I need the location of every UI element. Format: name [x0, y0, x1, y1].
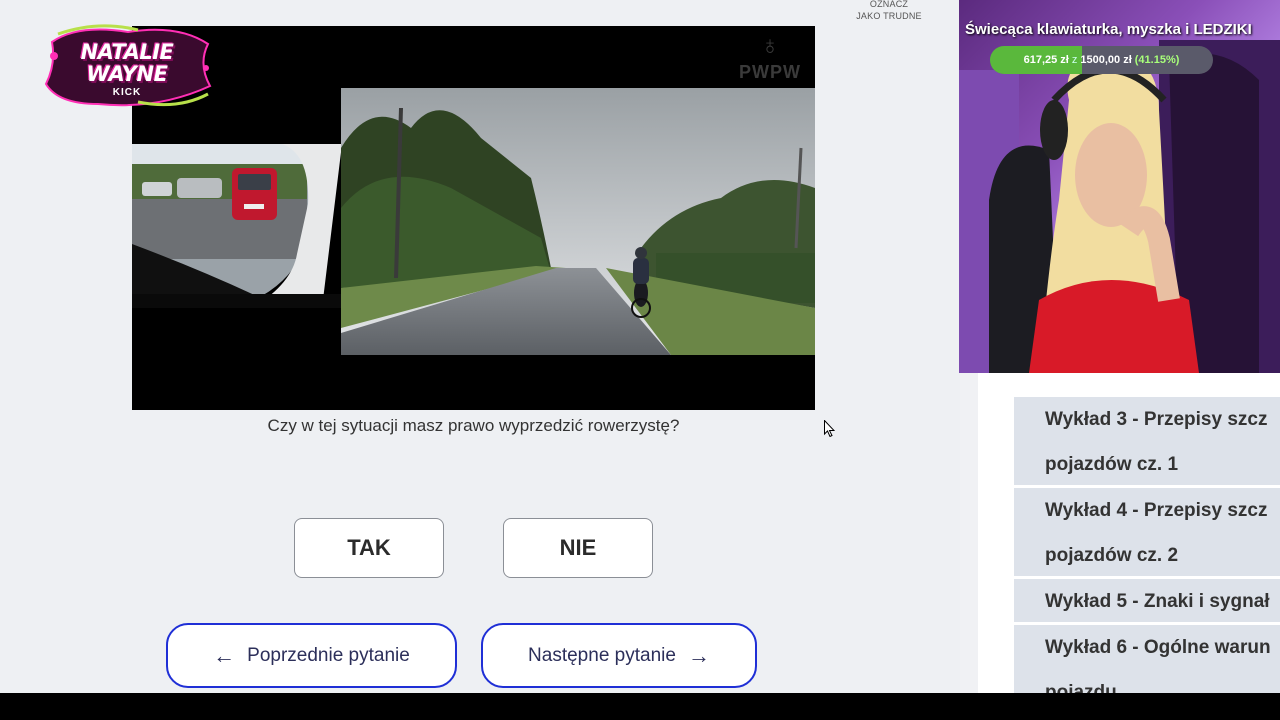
logo-kick: KICK	[112, 87, 142, 98]
bottom-black-bar	[0, 693, 1280, 720]
sidebar-item-lecture-6[interactable]: Wykład 6 - Ogólne warun pojazdu	[1014, 625, 1280, 693]
answer-yes-button[interactable]: TAK	[294, 518, 444, 578]
lecture-subtitle: pojazdów cz. 2	[1045, 545, 1179, 566]
donation-goal-text: 617,25 zł z 1500,00 zł (41.15%)	[990, 46, 1213, 74]
lecture-title: Wykład 4 - Przepisy szcz	[1045, 500, 1268, 521]
road-view	[341, 88, 815, 355]
lecture-title: Wykład 3 - Przepisy szcz	[1045, 409, 1268, 430]
question-video[interactable]: ♁ PWPW	[132, 26, 815, 410]
logo-line2: WAYNE	[86, 62, 168, 86]
donation-goal-title: Świecąca klawiaturka, myszka i LEDZIKI	[965, 21, 1252, 38]
lecture-subtitle: pojazdów cz. 1	[1045, 454, 1179, 475]
pwpw-logo-icon: ♁	[760, 30, 780, 60]
side-mirror-view	[132, 144, 342, 308]
arrow-right-icon: →	[687, 642, 710, 668]
next-question-label: Następne pytanie	[528, 644, 676, 666]
sidebar-item-lecture-5[interactable]: Wykład 5 - Znaki i sygnał	[1014, 579, 1280, 624]
pwpw-watermark: ♁ PWPW	[735, 28, 805, 83]
question-text: Czy w tej sytuacji masz prawo wyprzedzić…	[267, 416, 680, 435]
answer-no-button[interactable]: NIE	[503, 518, 653, 578]
lecture-title: Wykład 6 - Ogólne warun	[1045, 637, 1271, 658]
mark-as-hard-button[interactable]: OZNACZ JAKO TRUDNE	[848, 0, 930, 22]
goal-target: 1500,00 zł	[1080, 54, 1132, 66]
goal-current: 617,25 zł	[1023, 54, 1069, 66]
lecture-subtitle: pojazdu	[1045, 682, 1117, 693]
arrow-left-icon: ←	[213, 642, 236, 668]
previous-question-button[interactable]: ← Poprzednie pytanie	[166, 623, 457, 688]
goal-separator: z	[1071, 54, 1078, 66]
mark-hard-line2: JAKO TRUDNE	[856, 11, 922, 21]
next-question-button[interactable]: Następne pytanie →	[481, 623, 757, 688]
watermark-text: PWPW	[739, 62, 801, 82]
previous-question-label: Poprzednie pytanie	[247, 644, 410, 666]
donation-goal-bar: 617,25 zł z 1500,00 zł (41.15%)	[990, 46, 1213, 74]
goal-percent: (41.15%)	[1134, 54, 1180, 66]
mouse-cursor-icon	[824, 420, 835, 437]
streamer-logo: NATALIE WAYNE KICK	[38, 24, 216, 110]
sidebar-scrollbar[interactable]	[960, 373, 978, 693]
mark-hard-line1: OZNACZ	[869, 0, 909, 9]
sidebar-item-lecture-4[interactable]: Wykład 4 - Przepisy szcz pojazdów cz. 2	[1014, 488, 1280, 578]
sidebar-item-lecture-3[interactable]: Wykład 3 - Przepisy szcz pojazdów cz. 1	[1014, 397, 1280, 487]
lecture-sidebar: Wykład 3 - Przepisy szcz pojazdów cz. 1 …	[960, 373, 1280, 693]
lecture-title: Wykład 5 - Znaki i sygnał	[1045, 591, 1270, 612]
logo-line1: NATALIE	[80, 40, 174, 64]
